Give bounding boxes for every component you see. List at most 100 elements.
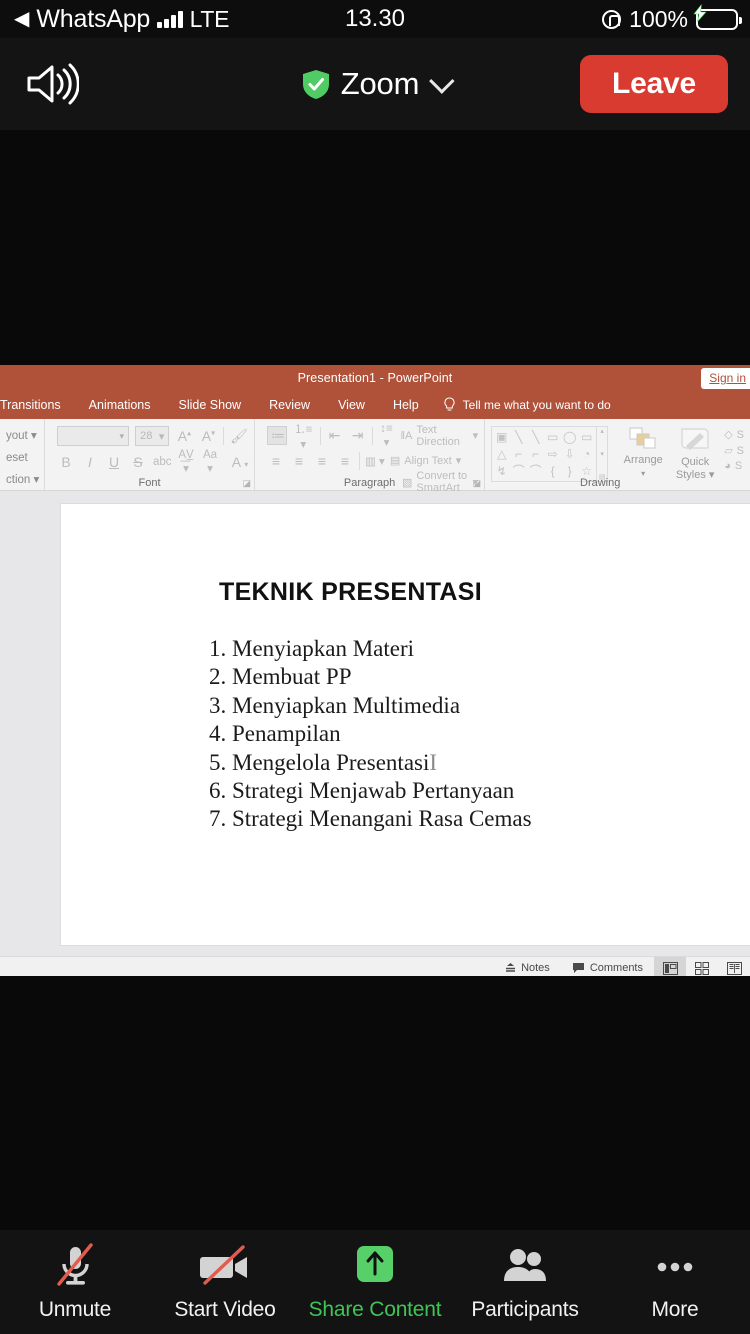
status-bar-right: 100% xyxy=(602,4,742,33)
slide-body-list[interactable]: 1. Menyiapkan Materi 2. Membuat PP 3. Me… xyxy=(209,635,750,834)
shape-effects-button[interactable]: ◕ S xyxy=(724,460,744,472)
shape-textbox-icon[interactable]: ▣ xyxy=(493,428,510,445)
leave-button[interactable]: Leave xyxy=(580,55,728,113)
shapes-gallery[interactable]: ▣ ╲ ╲ ▭ ◯ ▭ △ ⌐ ⌐ ⇨ ⇩ ◔ ↯ ⌒ ⌒ {} ☆ xyxy=(491,426,598,482)
slide-1[interactable]: TEKNIK PRESENTASI 1. Menyiapkan Materi 2… xyxy=(60,503,750,946)
font-color-button[interactable]: A ▾ xyxy=(231,454,249,470)
ribbon-group-slides: yout ▾ eset ction ▾ xyxy=(0,419,44,490)
battery-percent-label: 100% xyxy=(629,5,688,32)
shape-rounded-rect-icon[interactable]: ▭ xyxy=(578,428,595,445)
shape-elbow2-icon[interactable]: ⌐ xyxy=(527,445,544,462)
normal-view-button[interactable] xyxy=(654,957,686,976)
shape-arrow-icon[interactable]: ╲ xyxy=(527,428,544,445)
notes-button[interactable]: Notes xyxy=(494,962,561,974)
arrange-label: Arrange xyxy=(623,454,663,466)
tell-me-label: Tell me what you want to do xyxy=(462,398,611,412)
shape-flowchart-icon[interactable]: ◔ xyxy=(578,445,595,462)
more-label: More xyxy=(651,1297,699,1321)
paragraph-group-label: Paragraph xyxy=(343,477,396,489)
ribbon-group-font: ▾ 28 ▾ A▴ A▾ 🖌 B I U S abc A͟V̲ ▾ Aa ▾ A… xyxy=(44,419,254,490)
sign-in-button[interactable]: Sign in xyxy=(701,368,750,389)
shape-rectangle-icon[interactable]: ▭ xyxy=(544,428,561,445)
shape-oval-icon[interactable]: ◯ xyxy=(561,428,578,445)
chevron-down-icon xyxy=(429,68,455,94)
font-dialog-launcher[interactable]: ◪ xyxy=(242,478,251,489)
powerpoint-ribbon: yout ▾ eset ction ▾ ▾ 28 ▾ A▴ A▾ 🖌 B I U… xyxy=(0,419,750,494)
comments-button[interactable]: Comments xyxy=(561,962,654,974)
participants-button[interactable]: Participants xyxy=(450,1243,600,1322)
share-content-button[interactable]: Share Content xyxy=(300,1243,450,1322)
decrease-indent-button[interactable]: ⇤ xyxy=(326,427,344,444)
shapes-scroll-up-icon[interactable]: ▴ xyxy=(600,427,604,435)
list-item: 4. Penampilan xyxy=(209,721,341,747)
reset-button[interactable]: eset xyxy=(6,447,38,469)
align-left-button[interactable]: ≡ xyxy=(267,453,285,469)
character-spacing-icon[interactable]: A͟V̲ ▾ xyxy=(177,449,195,475)
clear-formatting-icon[interactable]: 🖌 xyxy=(230,428,248,445)
ribbon-tab-bar: Transitions Animations Slide Show Review… xyxy=(0,391,750,419)
increase-indent-button[interactable]: ⇥ xyxy=(349,427,367,444)
underline-button[interactable]: U xyxy=(105,454,123,470)
shape-triangle-icon[interactable]: △ xyxy=(493,445,510,462)
numbering-button[interactable]: ⒈≡ ▾ xyxy=(292,421,315,451)
start-video-button[interactable]: Start Video xyxy=(150,1243,300,1322)
ribbon-tab-slide-show[interactable]: Slide Show xyxy=(165,398,256,412)
decrease-font-size-icon[interactable]: A▾ xyxy=(199,428,217,444)
font-size-input[interactable]: 28 ▾ xyxy=(135,426,170,446)
line-spacing-button[interactable]: ↕≡ ▾ xyxy=(377,423,395,449)
quick-styles-button[interactable]: Quick Styles ▾ xyxy=(672,426,718,482)
ribbon-tab-transitions[interactable]: Transitions xyxy=(0,398,75,412)
bullets-button[interactable]: ≔ xyxy=(267,426,287,445)
unmute-button[interactable]: Unmute xyxy=(0,1242,150,1322)
shapes-scroll-controls[interactable]: ▴ ▾ ▤ xyxy=(597,426,609,482)
reading-view-button[interactable] xyxy=(718,957,750,976)
bold-button[interactable]: B xyxy=(57,454,75,470)
italic-button[interactable]: I xyxy=(81,454,99,470)
shape-down-arrow-icon[interactable]: ⇩ xyxy=(561,445,578,462)
align-text-button[interactable]: ▤ Align Text ▾ xyxy=(390,454,461,468)
reading-view-icon xyxy=(726,961,742,975)
text-direction-button[interactable]: ‖A Text Direction ▾ xyxy=(401,424,479,448)
shape-right-arrow-icon[interactable]: ⇨ xyxy=(544,445,561,462)
justify-button[interactable]: ≡ xyxy=(336,453,354,469)
columns-button[interactable]: ▥ ▾ xyxy=(365,454,385,468)
shadow-button[interactable]: S xyxy=(129,454,147,470)
camera-off-icon xyxy=(197,1243,253,1289)
font-name-input[interactable]: ▾ xyxy=(57,426,130,446)
participants-icon xyxy=(498,1243,552,1289)
participants-label: Participants xyxy=(471,1297,579,1321)
increase-font-size-icon[interactable]: A▴ xyxy=(175,428,193,444)
quick-styles-label: Quick xyxy=(681,456,710,468)
shape-line-icon[interactable]: ╲ xyxy=(510,428,527,445)
ribbon-tab-review[interactable]: Review xyxy=(255,398,324,412)
normal-view-icon xyxy=(662,961,678,975)
comment-bubble-icon xyxy=(572,962,584,973)
arrange-button[interactable]: Arrange ▾ xyxy=(620,426,666,480)
tell-me-search[interactable]: Tell me what you want to do xyxy=(443,397,611,413)
shape-elbow-icon[interactable]: ⌐ xyxy=(510,445,527,462)
share-content-icon xyxy=(351,1243,399,1289)
powerpoint-status-bar: Notes Comments xyxy=(0,956,750,976)
layout-button[interactable]: yout ▾ xyxy=(6,425,38,447)
ribbon-tab-animations[interactable]: Animations xyxy=(75,398,165,412)
comments-label: Comments xyxy=(589,961,643,974)
list-item: 7. Strategi Menangani Rasa Cemas xyxy=(209,806,532,832)
align-right-button[interactable]: ≡ xyxy=(313,453,331,469)
powerpoint-title-bar: Presentation1 - PowerPoint Sign in xyxy=(0,365,750,391)
slide-sorter-view-button[interactable] xyxy=(686,957,718,976)
shape-fill-button[interactable]: ◇ S xyxy=(724,428,744,442)
sign-in-label: Sign in xyxy=(709,371,746,385)
change-case-button[interactable]: Aa ▾ xyxy=(201,449,219,475)
ribbon-tab-help[interactable]: Help xyxy=(379,398,433,412)
zoom-bottom-toolbar: Unmute Start Video Share Content Partici… xyxy=(0,1230,750,1334)
more-dots-icon xyxy=(649,1243,701,1289)
align-center-button[interactable]: ≡ xyxy=(290,453,308,469)
paragraph-dialog-launcher[interactable]: ◪ xyxy=(473,478,482,489)
more-button[interactable]: More xyxy=(600,1243,750,1322)
text-shadow-button[interactable]: abc xyxy=(153,456,172,468)
section-button[interactable]: ction ▾ xyxy=(6,469,39,491)
shapes-scroll-down-icon[interactable]: ▾ xyxy=(600,450,604,458)
battery-charging-icon xyxy=(693,4,742,30)
ribbon-tab-view[interactable]: View xyxy=(324,398,379,412)
shape-outline-button[interactable]: ▱ S xyxy=(724,444,744,458)
